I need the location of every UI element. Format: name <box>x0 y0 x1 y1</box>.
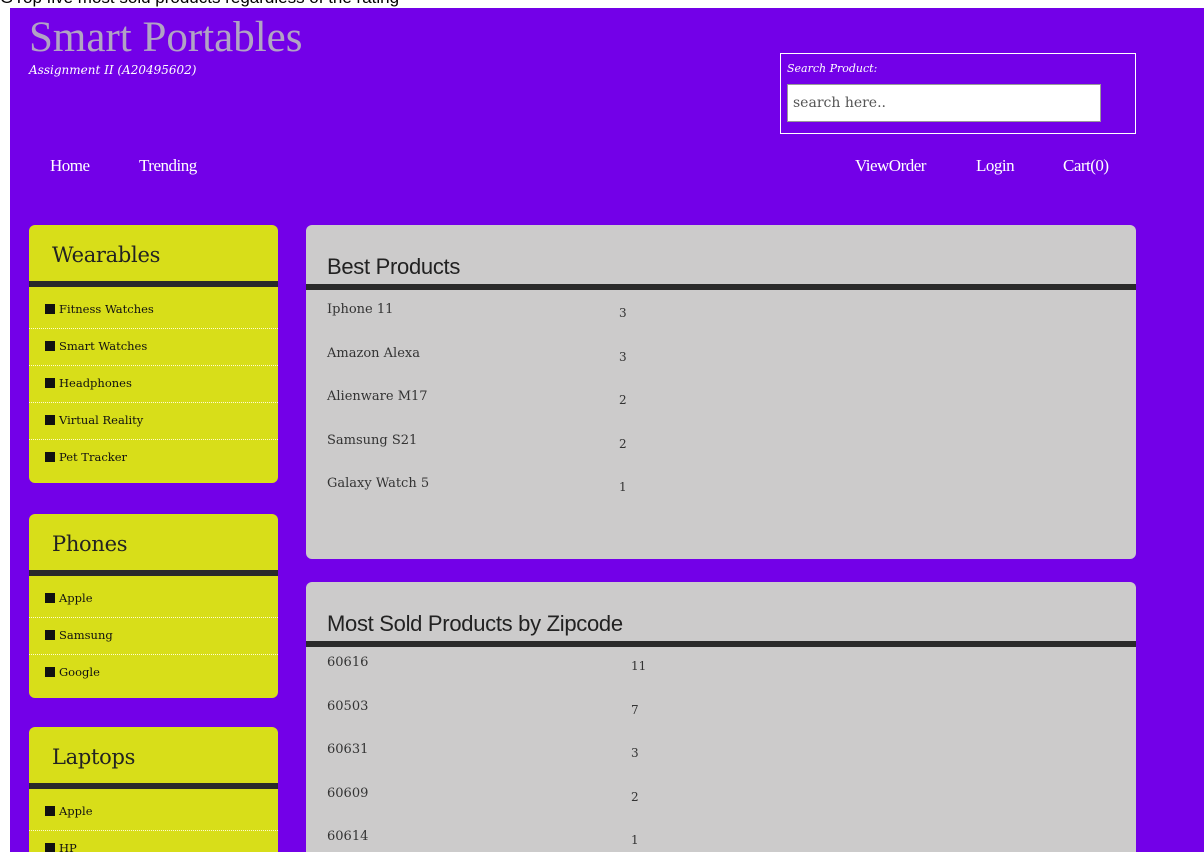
sidebar-item-virtual-reality[interactable]: Virtual Reality <box>29 403 278 440</box>
sidebar-item-label: Virtual Reality <box>59 413 144 427</box>
table-row: 60609 2 <box>306 786 1136 830</box>
square-bullet-icon <box>45 630 55 640</box>
sidebar-item-laptops-apple[interactable]: Apple <box>29 794 278 831</box>
square-bullet-icon <box>45 452 55 462</box>
table-row: Alienware M17 2 <box>306 389 1136 433</box>
sidebar-item-label: Google <box>59 665 100 679</box>
zipcode: 60609 <box>327 785 369 801</box>
sidebar-list: Fitness Watches Smart Watches Headphones… <box>29 287 278 483</box>
table-row: 60503 7 <box>306 699 1136 743</box>
sidebar-item-fitness-watches[interactable]: Fitness Watches <box>29 292 278 329</box>
panel-title: Best Products <box>327 254 461 279</box>
sold-count: 11 <box>631 659 647 673</box>
nav-login-link[interactable]: Login <box>976 156 1015 176</box>
sidebar-item-pet-tracker[interactable]: Pet Tracker <box>29 440 278 477</box>
sidebar-wearables: Wearables Fitness Watches Smart Watches … <box>29 225 278 483</box>
nav-vieworder-link[interactable]: ViewOrder <box>855 156 926 176</box>
sold-count: 3 <box>631 746 639 760</box>
table-row: 60631 3 <box>306 742 1136 786</box>
site-subtitle: Assignment II (A20495602) <box>29 63 197 77</box>
square-bullet-icon <box>45 593 55 603</box>
sold-count: 7 <box>631 702 639 717</box>
panel-title: Most Sold Products by Zipcode <box>327 611 623 636</box>
sold-count: 3 <box>619 306 627 320</box>
sidebar-laptops: Laptops Apple HP <box>29 727 278 852</box>
sold-count: 2 <box>619 436 627 451</box>
search-label: Search Product: <box>787 62 878 75</box>
sold-count: 3 <box>619 349 627 364</box>
table-row: 60616 11 <box>306 655 1136 699</box>
zipcode: 60503 <box>327 698 369 714</box>
sidebar-item-phones-apple[interactable]: Apple <box>29 581 278 618</box>
sold-count: 2 <box>619 393 627 407</box>
table-row: Iphone 11 3 <box>306 302 1136 346</box>
product-name: Galaxy Watch 5 <box>327 476 430 491</box>
zipcode-list: 60616 11 60503 7 60631 3 60609 2 60614 1 <box>306 647 1136 852</box>
table-row: 60614 1 <box>306 829 1136 852</box>
square-bullet-icon <box>45 667 55 677</box>
sidebar-heading: Phones <box>52 532 128 556</box>
product-name: Alienware M17 <box>327 389 428 404</box>
search-input[interactable] <box>787 84 1101 122</box>
product-name: Samsung S21 <box>327 432 418 448</box>
sold-count: 1 <box>619 480 627 494</box>
sidebar-item-laptops-hp[interactable]: HP <box>29 831 278 852</box>
sidebar-item-label: Pet Tracker <box>59 450 128 464</box>
sidebar-item-label: Smart Watches <box>59 339 148 353</box>
sidebar-item-phones-google[interactable]: Google <box>29 655 278 692</box>
square-bullet-icon <box>45 843 55 852</box>
sidebar-item-label: Apple <box>59 804 93 818</box>
page: Smart Portables Assignment II (A20495602… <box>10 8 1204 852</box>
product-name: Iphone 11 <box>327 302 394 317</box>
product-name: Amazon Alexa <box>327 345 420 361</box>
zipcode: 60631 <box>327 742 369 757</box>
nav-home-link[interactable]: Home <box>50 156 90 176</box>
zipcode: 60614 <box>327 829 369 844</box>
nav-trending-link[interactable]: Trending <box>139 156 197 176</box>
sidebar-item-label: Headphones <box>59 376 132 390</box>
sidebar-list: Apple HP <box>29 789 278 852</box>
square-bullet-icon <box>45 806 55 816</box>
sold-count: 2 <box>631 789 639 804</box>
sidebar-heading: Wearables <box>52 243 161 267</box>
zipcode-products-panel: Most Sold Products by Zipcode 60616 11 60… <box>306 582 1136 852</box>
screenshot-caption: GYop five most sold products regardless … <box>0 0 1204 8</box>
square-bullet-icon <box>45 415 55 425</box>
caption-text: GYop five most sold products regardless … <box>0 0 399 8</box>
sold-count: 1 <box>631 833 639 847</box>
sidebar-item-label: HP <box>59 841 77 852</box>
sidebar-item-phones-samsung[interactable]: Samsung <box>29 618 278 655</box>
sidebar-list: Apple Samsung Google <box>29 576 278 698</box>
sidebar-heading: Laptops <box>52 745 136 769</box>
sidebar-item-headphones[interactable]: Headphones <box>29 366 278 403</box>
search-box: Search Product: <box>780 53 1136 134</box>
square-bullet-icon <box>45 341 55 351</box>
sidebar-item-smart-watches[interactable]: Smart Watches <box>29 329 278 366</box>
sidebar-phones: Phones Apple Samsung Google <box>29 514 278 698</box>
table-row: Samsung S21 2 <box>306 433 1136 477</box>
table-row: Galaxy Watch 5 1 <box>306 476 1136 520</box>
sidebar-item-label: Apple <box>59 591 93 605</box>
sidebar-item-label: Fitness Watches <box>59 302 154 316</box>
best-products-list: Iphone 11 3 Amazon Alexa 3 Alienware M17 2 … <box>306 290 1136 520</box>
site-title[interactable]: Smart Portables <box>29 16 303 59</box>
square-bullet-icon <box>45 378 55 388</box>
best-products-panel: Best Products Iphone 11 3 Amazon Alexa 3 A… <box>306 225 1136 559</box>
sidebar-item-label: Samsung <box>59 628 113 642</box>
square-bullet-icon <box>45 304 55 314</box>
table-row: Amazon Alexa 3 <box>306 346 1136 390</box>
zipcode: 60616 <box>327 655 369 670</box>
nav-cart-link[interactable]: Cart(0) <box>1063 156 1109 176</box>
